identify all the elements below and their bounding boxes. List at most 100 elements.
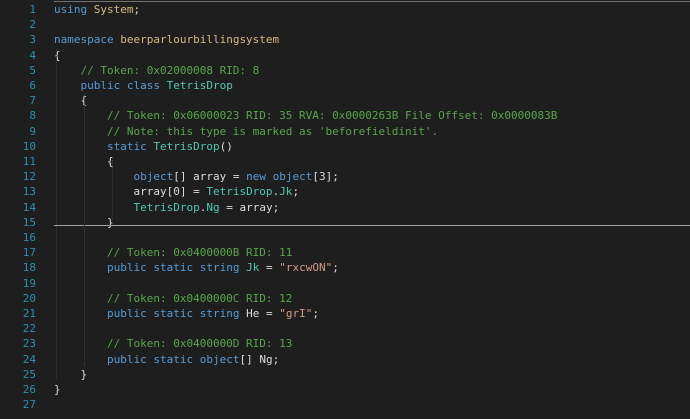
- code-token: (): [219, 139, 233, 153]
- code-token: object: [133, 170, 174, 184]
- indent-guide: [112, 160, 113, 220]
- line-number: 1: [29, 3, 36, 16]
- code-token: "grI": [279, 307, 313, 320]
- line-number: 15: [22, 215, 36, 229]
- line-number: 2: [29, 18, 36, 32]
- code-line: public static string He = "grI";: [54, 306, 319, 321]
- line-number: 23: [22, 337, 36, 351]
- code-token: class: [126, 79, 160, 92]
- code-token: {: [54, 48, 61, 62]
- code-line: // Token: 0x0400000B RID: 11: [54, 245, 292, 260]
- code-line: // Note: this type is marked as 'beforef…: [54, 124, 438, 139]
- code-token: Jk: [246, 261, 260, 275]
- line-number: 7: [29, 94, 36, 108]
- code-token: beerparlourbillingsystem: [113, 33, 280, 47]
- code-line: }: [54, 367, 87, 382]
- line-number: 9: [29, 124, 36, 138]
- line-number: 26: [22, 383, 36, 396]
- code-line: // Token: 0x02000008 RID: 8: [54, 63, 259, 78]
- code-token: new: [246, 170, 266, 184]
- code-token: [] array =: [173, 170, 247, 184]
- code-line: {: [54, 93, 87, 108]
- line-number: 3: [29, 33, 36, 47]
- code-line: public class TetrisDrop: [54, 78, 233, 93]
- code-token: static: [153, 307, 194, 320]
- code-token: static: [153, 261, 194, 275]
- code-token: Ng: [206, 200, 220, 214]
- code-token: public: [106, 261, 147, 275]
- code-token: // Note: this type is marked as 'beforef…: [54, 124, 439, 138]
- code-token: TetrisDrop: [133, 200, 200, 214]
- code-token: [3];: [312, 170, 339, 184]
- code-token: TetrisDrop: [153, 139, 220, 153]
- code-token: // Token: 0x0400000D RID: 13: [54, 337, 293, 351]
- line-number: 19: [22, 276, 36, 290]
- code-token: ;: [292, 185, 300, 199]
- code-token: static: [153, 352, 194, 366]
- line-number: 14: [22, 200, 36, 214]
- indent-guide: [56, 49, 57, 379]
- code-line: {: [54, 48, 61, 63]
- line-number: 5: [29, 63, 36, 77]
- code-token: public: [80, 79, 121, 92]
- indent-guide: [84, 94, 85, 366]
- code-token: System: [93, 3, 134, 16]
- code-token: object: [199, 352, 240, 366]
- code-token: public: [106, 307, 147, 320]
- line-number: 8: [29, 109, 36, 123]
- line-number: 18: [22, 261, 36, 275]
- line-number: 22: [22, 322, 36, 336]
- code-token: // Token: 0x0400000B RID: 11: [54, 246, 293, 260]
- code-line: // Token: 0x0400000C RID: 12: [54, 291, 292, 306]
- line-number: 10: [22, 139, 36, 153]
- code-token: ;: [312, 307, 319, 320]
- code-token: ;: [133, 3, 141, 16]
- code-line: using System;: [54, 2, 140, 17]
- code-token: [] Ng;: [239, 352, 280, 366]
- code-token: object: [272, 170, 313, 184]
- code-line: // Token: 0x06000023 RID: 35 RVA: 0x0000…: [54, 108, 557, 123]
- code-line: namespace beerparlourbillingsystem: [54, 32, 279, 47]
- code-token: }: [54, 367, 88, 381]
- code-token: // Token: 0x06000023 RID: 35 RVA: 0x0000…: [54, 109, 558, 123]
- line-number: 4: [29, 48, 36, 62]
- line-number: 21: [22, 307, 36, 320]
- code-token: "rxcwON": [279, 261, 333, 275]
- line-number: 17: [22, 246, 36, 260]
- line-number: 13: [22, 185, 36, 199]
- code-token: namespace: [54, 33, 114, 47]
- code-line: array[0] = TetrisDrop.Jk;: [54, 184, 299, 199]
- code-line: TetrisDrop.Ng = array;: [54, 200, 279, 215]
- code-token: =: [259, 261, 280, 275]
- code-token: }: [54, 383, 61, 396]
- code-area[interactable]: using System; namespace beerparlourbillin…: [54, 0, 690, 419]
- code-token: He =: [239, 307, 280, 320]
- code-token: string: [199, 307, 240, 320]
- code-token: TetrisDrop: [206, 185, 273, 199]
- code-token: // Token: 0x0400000C RID: 12: [54, 291, 293, 305]
- code-token: array[0] =: [54, 185, 207, 199]
- code-token: public: [106, 352, 147, 366]
- code-token: static: [106, 139, 147, 153]
- line-number: 24: [22, 352, 36, 366]
- code-token: = array;: [219, 200, 280, 214]
- code-token: TetrisDrop: [166, 79, 233, 92]
- code-line: }: [54, 382, 61, 397]
- line-number: 16: [22, 231, 36, 244]
- code-token: string: [199, 261, 240, 275]
- code-editor[interactable]: 1 2 3 4 5 6 7 8 9 10 11 12 13 14 15 16 17 18 19 20 21 22 23 24 2…: [0, 0, 690, 419]
- line-number: 20: [22, 291, 36, 305]
